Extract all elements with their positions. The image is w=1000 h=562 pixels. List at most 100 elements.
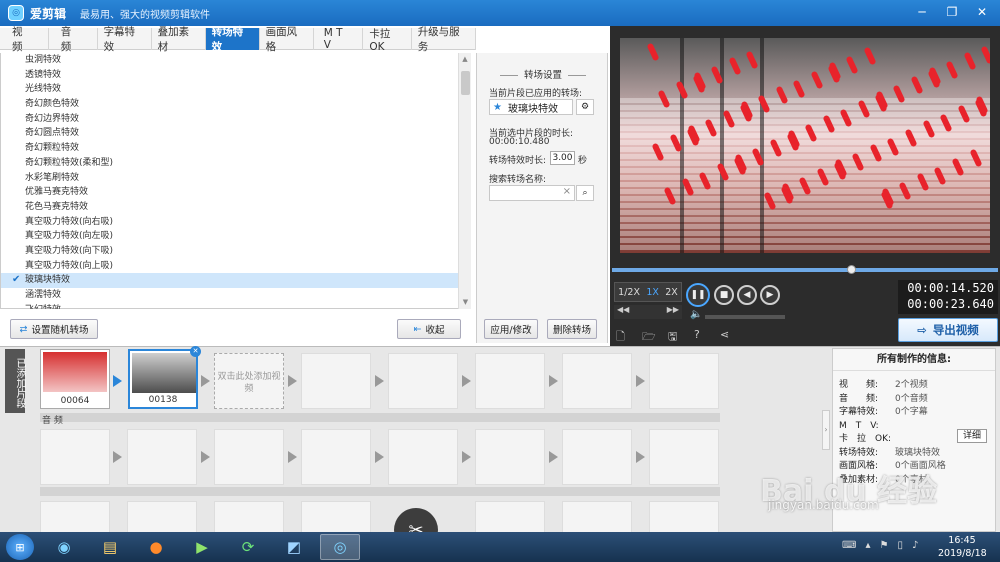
effect-list-item[interactable]: 优雅马赛克特效	[1, 185, 458, 200]
minimize-button[interactable]: ─	[910, 3, 934, 21]
effect-duration-input[interactable]: 3.00	[550, 151, 575, 165]
delete-transition-button[interactable]: 删除转场	[547, 319, 597, 339]
empty-slot[interactable]	[649, 429, 719, 485]
transition-arrow-icon[interactable]	[201, 375, 210, 387]
speed-half[interactable]: 1/2X	[618, 287, 640, 298]
empty-slot[interactable]	[127, 429, 197, 485]
volume-slider[interactable]	[705, 315, 785, 319]
transition-arrow-icon[interactable]	[462, 375, 471, 387]
next-frame-button[interactable]: ▶	[760, 285, 780, 305]
transition-picker-icon[interactable]: ⚙	[576, 99, 594, 115]
info-toggle-icon[interactable]: ›	[822, 410, 830, 450]
empty-slot[interactable]	[649, 501, 719, 533]
speed-2x[interactable]: 2X	[665, 287, 678, 298]
random-transition-button[interactable]: ⇄ 设置随机转场	[10, 319, 98, 339]
effect-list-item[interactable]: 奇幻颗粒特效	[1, 141, 458, 156]
empty-slot[interactable]	[214, 501, 284, 533]
open-folder-icon[interactable]: 🗁	[642, 328, 656, 347]
pen-app-icon[interactable]: ◩	[274, 534, 314, 560]
transition-arrow-icon[interactable]	[375, 375, 384, 387]
empty-slot[interactable]	[40, 429, 110, 485]
tab-audio[interactable]: 音 频	[49, 26, 98, 53]
effect-list-item[interactable]: 真空吸力特效(向左吸)	[1, 229, 458, 244]
effect-list-item[interactable]: 虫洞特效	[1, 53, 458, 68]
effect-list-item[interactable]: 水彩笔刷特效	[1, 171, 458, 186]
transition-arrow-icon[interactable]	[113, 375, 122, 387]
effect-list-item[interactable]: 奇幻圆点特效	[1, 126, 458, 141]
tab-transition[interactable]: 转场特效	[205, 26, 260, 53]
firefox-icon[interactable]: ●	[136, 534, 176, 560]
detail-button[interactable]: 详细	[957, 429, 987, 443]
transition-arrow-icon[interactable]	[636, 375, 645, 387]
pause-button[interactable]: ❚❚	[686, 283, 710, 307]
empty-slot[interactable]	[301, 353, 371, 409]
tab-upgrade[interactable]: 升级与服务	[412, 26, 476, 53]
empty-slot[interactable]	[301, 501, 371, 533]
effect-list-item[interactable]: 真空吸力特效(向右吸)	[1, 215, 458, 230]
speaker-icon[interactable]: ♪	[912, 540, 918, 551]
arrow-tray-icon[interactable]: ▴	[865, 540, 870, 551]
effect-list-item[interactable]: 奇幻颗粒特效(柔和型)	[1, 156, 458, 171]
effect-list-item[interactable]: 花色马赛克特效	[1, 200, 458, 215]
video-preview[interactable]	[620, 38, 990, 253]
transition-arrow-icon[interactable]	[549, 375, 558, 387]
empty-slot[interactable]	[40, 501, 110, 533]
media-app-icon[interactable]: ▶	[182, 534, 222, 560]
effect-list-item[interactable]: 透镜特效	[1, 68, 458, 83]
effect-list-item[interactable]: 光线特效	[1, 82, 458, 97]
help-icon[interactable]: ?	[694, 328, 700, 341]
empty-slot[interactable]	[562, 501, 632, 533]
network-icon[interactable]: ▯	[897, 540, 903, 551]
close-button[interactable]: ✕	[970, 3, 994, 21]
empty-slot[interactable]	[214, 429, 284, 485]
playback-progress[interactable]	[612, 265, 998, 274]
empty-slot[interactable]	[475, 501, 545, 533]
scroll-down-icon[interactable]: ▼	[459, 296, 472, 309]
effect-list-item[interactable]: 奇幻边界特效	[1, 112, 458, 127]
effect-list-scrollbar[interactable]: ▲ ▼	[458, 53, 471, 309]
aijianji-taskbar-icon[interactable]: ◎	[320, 534, 360, 560]
seek-back-icon[interactable]: ◀◀	[617, 305, 629, 319]
media-player-icon[interactable]: ◉	[44, 534, 84, 560]
prev-frame-button[interactable]: ◀	[737, 285, 757, 305]
export-video-button[interactable]: ⇨ 导出视频	[898, 318, 998, 342]
tab-video[interactable]: 视 频	[0, 26, 49, 53]
effect-list-item[interactable]: 奇幻颜色特效	[1, 97, 458, 112]
effect-list-item[interactable]: 涵濡特效	[1, 288, 458, 303]
empty-slot[interactable]	[649, 353, 719, 409]
seek-bar[interactable]: ◀◀ ▶▶	[614, 305, 682, 319]
new-project-icon[interactable]: 🗋	[616, 328, 625, 347]
refresh-app-icon[interactable]: ⟳	[228, 534, 268, 560]
clip-item[interactable]: 00064	[40, 349, 110, 409]
remove-clip-icon[interactable]: ✕	[190, 346, 201, 357]
empty-slot[interactable]	[388, 353, 458, 409]
speed-1x[interactable]: 1X	[646, 287, 659, 298]
transition-arrow-icon[interactable]	[288, 375, 297, 387]
restore-button[interactable]: ❐	[940, 3, 964, 21]
collapse-button[interactable]: ⇤ 收起	[397, 319, 461, 339]
empty-slot[interactable]	[301, 429, 371, 485]
share-icon[interactable]: ⋖	[720, 328, 729, 341]
start-button[interactable]: ⊞	[6, 534, 34, 560]
keyboard-icon[interactable]: ⌨	[842, 540, 856, 551]
empty-slot[interactable]	[388, 429, 458, 485]
added-clips-tab[interactable]: 已添加片段	[5, 349, 25, 413]
empty-slot[interactable]	[127, 501, 197, 533]
tab-subtitle[interactable]: 字幕特效	[98, 26, 152, 53]
progress-knob[interactable]	[847, 265, 857, 274]
empty-slot[interactable]	[562, 429, 632, 485]
seek-forward-icon[interactable]: ▶▶	[667, 305, 679, 319]
tab-overlay[interactable]: 叠加素材	[152, 26, 206, 53]
effect-list-item[interactable]: 真空吸力特效(向下吸)	[1, 244, 458, 259]
effect-list-item[interactable]: ✔ 玻璃块特效	[1, 273, 458, 288]
effect-list-item[interactable]: 飞幻特效	[1, 303, 458, 309]
tab-style[interactable]: 画面风格	[260, 26, 314, 53]
scroll-thumb[interactable]	[461, 71, 470, 95]
flag-icon[interactable]: ⚑	[879, 540, 888, 551]
clip-item-selected[interactable]: 00138 ✕	[128, 346, 201, 409]
taskbar-clock[interactable]: 16:45 2019/8/18	[938, 534, 987, 560]
apply-button[interactable]: 应用/修改	[484, 319, 538, 339]
save-icon[interactable]: 🖫	[668, 328, 677, 347]
tab-mtv[interactable]: M T V	[314, 27, 364, 51]
stop-button[interactable]: ■	[714, 285, 734, 305]
